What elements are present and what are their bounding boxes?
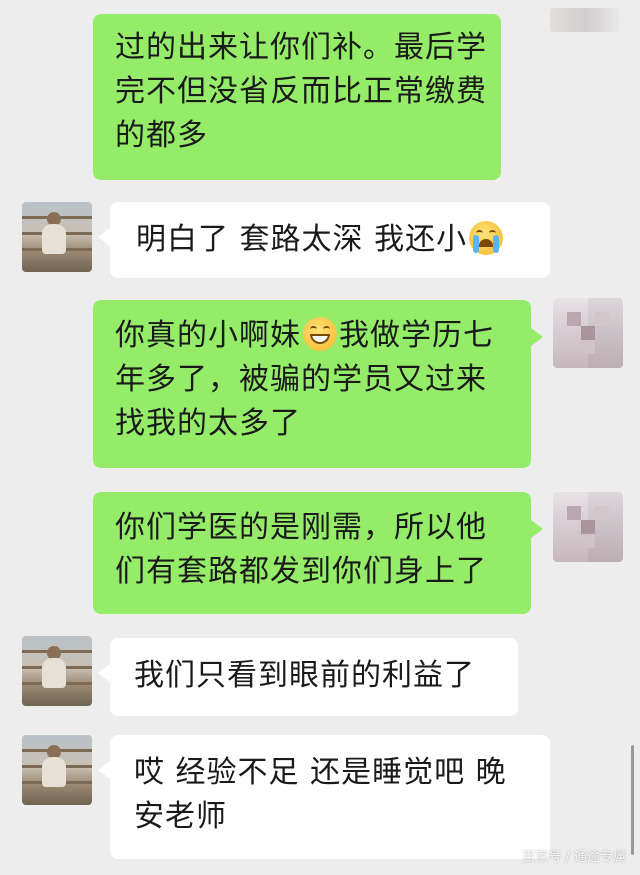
crying-emoji-icon xyxy=(469,220,504,255)
chat-bubble-sent[interactable]: 过的出来让你们补。最后学 完不但没省反而比正常缴费 的都多 xyxy=(93,14,501,180)
chat-bubble-received[interactable]: 明白了 套路太深 我还小 xyxy=(98,202,550,278)
message-text: 年多了，被骗的学员又过来 xyxy=(115,362,487,397)
scrollbar[interactable] xyxy=(631,745,634,855)
message-text: 们有套路都发到你们身上了 xyxy=(115,554,487,589)
message-text: 安老师 xyxy=(134,799,227,834)
message-text: 你真的小啊妹 我做学历七 xyxy=(115,316,494,353)
top-cropped-avatar xyxy=(550,8,620,32)
my-avatar[interactable] xyxy=(553,298,623,368)
message-text: 我们只看到眼前的利益了 xyxy=(134,658,475,693)
contact-avatar[interactable] xyxy=(22,636,92,706)
contact-avatar[interactable] xyxy=(22,735,92,805)
message-text: 过的出来让你们补。最后学 xyxy=(115,30,487,65)
chat-bubble-sent[interactable]: 你真的小啊妹 我做学历七 年多了，被骗的学员又过来 找我的太多了 xyxy=(93,300,543,468)
chat-bubble-received[interactable]: 我们只看到眼前的利益了 xyxy=(98,638,518,716)
grinning-emoji-icon xyxy=(303,316,337,351)
message-text: 哎 经验不足 还是睡觉吧 晚 xyxy=(134,755,507,790)
chat-bubble-sent[interactable]: 你们学医的是刚需，所以他 们有套路都发到你们身上了 xyxy=(93,492,543,614)
message-text: 明白了 套路太深 我还小 xyxy=(136,218,530,262)
contact-avatar[interactable] xyxy=(22,202,92,272)
chat-bubble-received[interactable]: 哎 经验不足 还是睡觉吧 晚 安老师 xyxy=(98,735,550,859)
my-avatar[interactable] xyxy=(553,492,623,562)
message-text: 的都多 xyxy=(115,118,208,153)
message-text: 你们学医的是刚需，所以他 xyxy=(115,510,487,545)
message-text: 完不但没省反而比正常缴费 xyxy=(115,74,487,109)
watermark: 百家号 / 通途专属 xyxy=(522,850,626,865)
message-text: 找我的太多了 xyxy=(115,406,301,441)
